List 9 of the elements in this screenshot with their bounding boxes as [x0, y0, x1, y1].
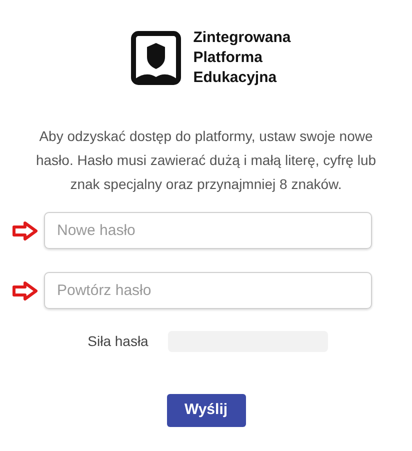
submit-button[interactable]: Wyślij	[166, 394, 246, 427]
password-field[interactable]: Powtórz hasło	[44, 272, 372, 309]
instructions-text: Aby odzyskać dostęp do platformy, ustaw swoje nowe hasło. Hasło musi zawierać dużą i małą literę, cyfrę lub znak specjalny oraz przynajmniej 8 znaków.	[34, 127, 378, 194]
logo-icon	[131, 31, 182, 85]
logo-text: Platforma	[193, 48, 264, 68]
logo-text: Edukacyjna	[193, 68, 278, 88]
logo-text: Zintegrowana	[193, 28, 291, 48]
password-field[interactable]: Nowe hasło	[44, 212, 372, 249]
strength-label: Siła hasła	[88, 332, 148, 351]
